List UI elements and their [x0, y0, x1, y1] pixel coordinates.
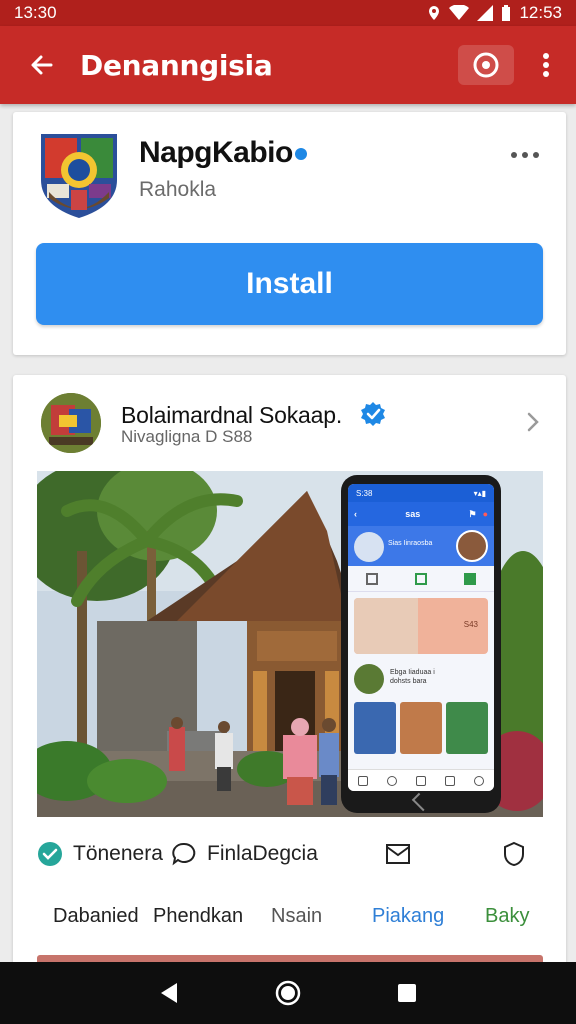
- phone-mockup: S:38 ▾▴▮ ‹ sas ⚑ ● Sias Iinraosba S43 Eb…: [341, 475, 501, 813]
- phone-banner: Sias Iinraosba: [348, 526, 494, 566]
- target-icon: [473, 52, 499, 78]
- more-vertical-icon: [543, 53, 549, 77]
- more-horizontal-icon[interactable]: [510, 148, 540, 162]
- avatar[interactable]: [41, 393, 101, 453]
- phone-banner-avatar: [456, 530, 488, 562]
- phone-thumb: [400, 702, 442, 754]
- phone-featured-image: [354, 598, 418, 654]
- status-time-right: 12:53: [519, 3, 562, 22]
- tag-item[interactable]: Nsain: [271, 905, 322, 928]
- phone-list-row: Ebga Iiaduaa i dohsts bara: [354, 660, 488, 698]
- post-actions: Tönenera FinlaDegcia: [37, 833, 543, 877]
- page-title: Denanngisia: [80, 48, 273, 82]
- phone-banner-text: Sias Iinraosba: [388, 540, 433, 547]
- nav-back-icon: [161, 983, 178, 1003]
- mail-icon: [386, 844, 410, 864]
- check-circle-icon: [38, 842, 62, 866]
- phone-row-text-2: dohsts bara: [390, 678, 427, 686]
- nav-home-button[interactable]: [268, 973, 308, 1013]
- phone-thumb: [354, 702, 396, 754]
- phone-featured-card: S43: [354, 598, 488, 654]
- phone-status-icons: ▾▴▮: [473, 488, 486, 498]
- action-shield[interactable]: [501, 841, 527, 867]
- phone-nav-grid-icon: [415, 775, 426, 786]
- nav-recents-button[interactable]: [387, 973, 427, 1013]
- action-check-label: Tönenera: [73, 842, 163, 865]
- post-tags: Dabanied Phendkan Nsain Piakang Baky: [13, 893, 566, 937]
- app-name-text: NapgKabio: [139, 136, 293, 169]
- phone-nav-profile-icon: [474, 775, 485, 786]
- app-subtitle: Rahokla: [139, 178, 217, 201]
- phone-nav-search-icon: [386, 775, 397, 786]
- phone-thumb: [446, 702, 488, 754]
- battery-icon: [502, 5, 511, 21]
- phone-bottom-nav: [348, 769, 494, 791]
- phone-flag-tab-icon: [463, 572, 476, 585]
- post-card: Bolaimardnal Sokaap. Nivagligna D S88 S:…: [13, 375, 566, 965]
- status-icons: 12:53: [427, 3, 562, 23]
- wifi-icon: [449, 5, 470, 20]
- phone-tabs: [348, 566, 494, 592]
- shield-icon: [504, 841, 524, 867]
- status-dot: [294, 148, 307, 161]
- post-image[interactable]: S:38 ▾▴▮ ‹ sas ⚑ ● Sias Iinraosba S43 Eb…: [37, 471, 543, 817]
- status-bar: 13:30 12:53: [0, 0, 576, 26]
- post-subtitle: Nivagligna D S88: [121, 427, 253, 446]
- comment-icon: [172, 842, 196, 866]
- post-title: Bolaimardnal Sokaap.: [121, 401, 386, 429]
- tag-item[interactable]: Piakang: [372, 905, 444, 928]
- phone-status-time: S:38: [356, 488, 373, 498]
- phone-row-avatar: [354, 664, 384, 694]
- arrow-left-icon: [31, 55, 53, 75]
- chevron-right-icon[interactable]: [526, 411, 540, 433]
- target-button[interactable]: [458, 45, 514, 85]
- phone-home-tab-icon: [366, 572, 379, 585]
- phone-banner-image: [354, 532, 384, 562]
- phone-calendar-tab-icon: [414, 572, 427, 585]
- nav-recents-icon: [397, 984, 416, 1002]
- post-title-text: Bolaimardnal Sokaap.: [121, 402, 343, 428]
- phone-back-key-icon: [411, 792, 431, 812]
- install-button[interactable]: Install: [36, 243, 543, 325]
- action-mail[interactable]: [385, 841, 411, 867]
- app-card: NapgKabio Rahokla Install: [13, 112, 566, 355]
- phone-app-bar: ‹ sas ⚑ ●: [348, 502, 494, 526]
- phone-row-text-1: Ebga Iiaduaa i: [390, 669, 435, 676]
- overflow-menu-button[interactable]: [534, 45, 558, 85]
- tag-item[interactable]: Dabanied: [53, 905, 139, 928]
- system-nav-bar: [0, 962, 576, 1024]
- phone-thumbnails: [354, 702, 488, 754]
- nav-back-button[interactable]: [149, 973, 189, 1013]
- tag-item[interactable]: Phendkan: [153, 905, 243, 928]
- tag-item[interactable]: Baky: [485, 905, 529, 928]
- signal-icon: [477, 5, 494, 21]
- verified-badge-icon: [361, 402, 386, 426]
- phone-screen: S:38 ▾▴▮ ‹ sas ⚑ ● Sias Iinraosba S43 Eb…: [348, 484, 494, 791]
- nav-home-icon: [275, 980, 301, 1006]
- phone-featured-text: S43: [463, 620, 478, 629]
- phone-row-text: Ebga Iiaduaa i dohsts bara: [390, 668, 435, 686]
- phone-nav-home-icon: [357, 775, 368, 786]
- action-check[interactable]: Tönenera: [37, 841, 163, 867]
- phone-status-bar: S:38 ▾▴▮: [348, 484, 494, 502]
- phone-flag-icon: ⚑: [468, 508, 477, 519]
- phone-title: sas: [405, 509, 421, 519]
- back-button[interactable]: [18, 41, 66, 89]
- phone-record-icon: ●: [482, 509, 488, 519]
- phone-back-icon: ‹: [354, 509, 357, 519]
- action-comment[interactable]: FinlaDegcia: [171, 841, 318, 867]
- app-logo: [37, 128, 121, 218]
- status-time-left: 13:30: [14, 3, 57, 22]
- location-icon: [429, 6, 440, 20]
- app-name: NapgKabio: [139, 136, 307, 170]
- phone-nav-list-icon: [445, 775, 456, 786]
- action-comment-label: FinlaDegcia: [207, 842, 318, 865]
- app-bar: Denanngisia: [0, 26, 576, 104]
